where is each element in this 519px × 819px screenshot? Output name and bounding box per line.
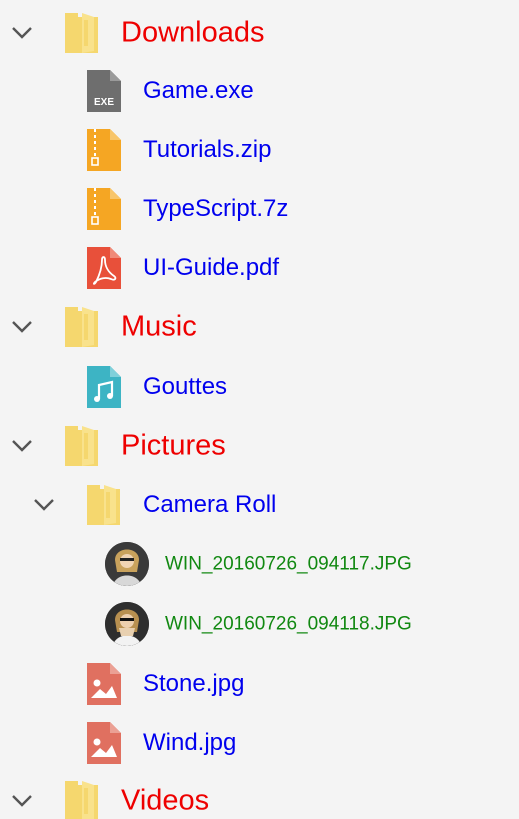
chevron-down-icon[interactable] (11, 22, 33, 44)
tree-node-label: UI-Guide.pdf (143, 253, 280, 281)
photo-thumbnail (105, 601, 149, 646)
tree-node-game-exe[interactable]: EXE Game.exe (0, 61, 519, 120)
tree-node-label: Downloads (121, 16, 265, 48)
tree-node-label: Tutorials.zip (143, 135, 272, 163)
tree-node-label: Wind.jpg (143, 728, 237, 756)
tree-node-pictures[interactable]: Pictures (0, 416, 519, 475)
tree-node-label: Camera Roll (143, 490, 277, 518)
tree-node-downloads[interactable]: Downloads (0, 3, 519, 62)
photo-thumbnail (105, 541, 149, 586)
folder-icon (86, 483, 122, 527)
audio-file-icon (86, 365, 122, 409)
file-tree: Downloads EXE Game.exe Tutorials.zip Typ… (0, 0, 519, 819)
exe-badge-text: EXE (94, 97, 114, 108)
folder-icon (64, 779, 100, 819)
chevron-down-icon[interactable] (11, 435, 33, 457)
chevron-down-icon[interactable] (11, 316, 33, 338)
tree-node-gouttes[interactable]: Gouttes (0, 357, 519, 416)
pdf-file-icon (86, 246, 122, 290)
tree-node-camera-roll[interactable]: Camera Roll (0, 475, 519, 534)
tree-node-label: Game.exe (143, 76, 254, 104)
chevron-down-icon[interactable] (11, 790, 33, 812)
folder-icon (64, 11, 100, 55)
tree-node-photo-094117[interactable]: WIN_20160726_094117.JPG (0, 534, 519, 593)
tree-node-tutorials-zip[interactable]: Tutorials.zip (0, 120, 519, 179)
folder-icon (64, 305, 100, 349)
tree-node-label: Music (121, 310, 197, 342)
image-file-icon (86, 721, 122, 765)
tree-node-label: WIN_20160726_094118.JPG (165, 613, 412, 634)
tree-node-label: Stone.jpg (143, 669, 245, 697)
tree-node-music[interactable]: Music (0, 297, 519, 356)
tree-node-stone-jpg[interactable]: Stone.jpg (0, 654, 519, 713)
exe-file-icon: EXE (86, 69, 122, 113)
tree-node-ui-guide-pdf[interactable]: UI-Guide.pdf (0, 238, 519, 297)
tree-node-videos[interactable]: Videos (0, 771, 519, 819)
tree-node-label: Pictures (121, 429, 226, 461)
folder-icon (64, 424, 100, 468)
zip-file-icon (86, 128, 122, 172)
zip-file-icon (86, 187, 122, 231)
tree-node-photo-094118[interactable]: WIN_20160726_094118.JPG (0, 594, 519, 653)
tree-node-label: WIN_20160726_094117.JPG (165, 553, 412, 574)
tree-node-label: Videos (121, 784, 210, 816)
tree-node-label: Gouttes (143, 372, 228, 400)
tree-node-label: TypeScript.7z (143, 194, 289, 222)
tree-node-typescript-7z[interactable]: TypeScript.7z (0, 179, 519, 238)
image-file-icon (86, 662, 122, 706)
chevron-down-icon[interactable] (33, 494, 55, 516)
tree-node-wind-jpg[interactable]: Wind.jpg (0, 713, 519, 772)
